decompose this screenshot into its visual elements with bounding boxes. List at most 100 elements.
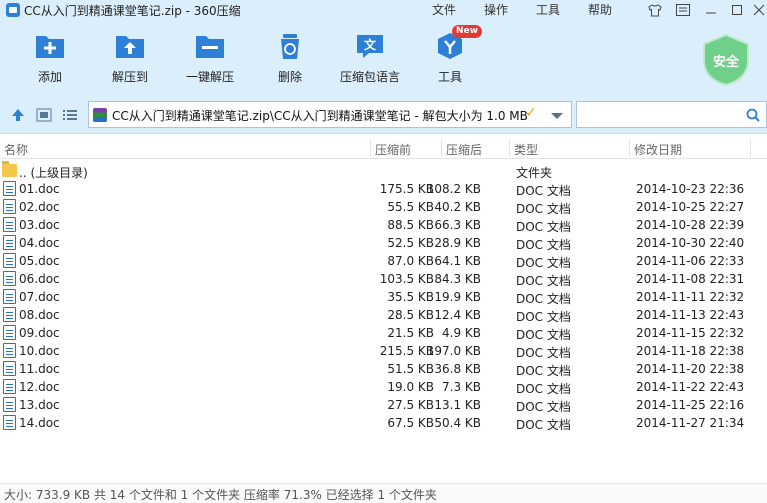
add-label: 添加 [37, 70, 62, 84]
file-row[interactable]: 02.doc 55.5 KB 40.2 KB DOC 文档 2014-10-25 22:… [0, 198, 767, 216]
file-row[interactable]: 13.doc 27.5 KB 13.1 KB DOC 文档 2014-11-25 22:… [0, 396, 767, 414]
menu-tools[interactable]: 工具 [536, 1, 560, 18]
file-type: DOC 文档 [516, 364, 571, 378]
file-original-size: 52.5 KB [387, 236, 434, 250]
file-compressed-size: 36.8 KB [434, 362, 481, 376]
file-compressed-size: 7.3 KB [442, 380, 481, 394]
chevron-down-icon[interactable] [551, 113, 563, 119]
file-modified-date: 2014-11-15 22:32 [636, 326, 745, 340]
column-divider[interactable] [370, 139, 371, 157]
file-name: 11.doc [19, 362, 60, 376]
file-row[interactable]: 14.doc 67.5 KB 50.4 KB DOC 文档 2014-11-27 21:… [0, 414, 767, 432]
file-original-size: 55.5 KB [387, 200, 434, 214]
file-row[interactable]: 12.doc 19.0 KB 7.3 KB DOC 文档 2014-11-22 22:4… [0, 378, 767, 396]
file-row[interactable]: 06.doc 103.5 KB 84.3 KB DOC 文档 2014-11-08 22… [0, 270, 767, 288]
column-divider[interactable] [750, 139, 751, 157]
column-header: 名称 压缩前 压缩后 类型 修改日期 [0, 137, 767, 159]
file-compressed-size: 64.1 KB [434, 254, 481, 268]
file-original-size: 19.0 KB [387, 380, 434, 394]
file-row[interactable]: 10.doc 215.5 KB 197.0 KB DOC 文档 2014-11-18 2… [0, 342, 767, 360]
file-modified-date: 2014-11-08 22:31 [636, 272, 745, 286]
security-label: 安全 [712, 55, 739, 70]
column-original-size[interactable]: 压缩前 [375, 141, 411, 158]
extract-to-button[interactable]: 解压到 [95, 32, 165, 85]
delete-label: 删除 [277, 70, 302, 84]
search-icon[interactable] [746, 108, 760, 122]
column-divider[interactable] [629, 139, 630, 157]
column-divider[interactable] [509, 139, 510, 157]
list-view-icon[interactable] [62, 108, 78, 122]
address-field[interactable]: CC从入门到精通课堂笔记.zip\CC从入门到精通课堂笔记 - 解包大小为 1.… [88, 101, 572, 128]
doc-file-icon [3, 415, 16, 430]
archive-language-button[interactable]: 文 压缩包语言 [335, 32, 405, 85]
file-type: DOC 文档 [516, 292, 571, 306]
doc-file-icon [3, 217, 16, 232]
file-type: DOC 文档 [516, 220, 571, 234]
file-name: 10.doc [19, 344, 60, 358]
doc-file-icon [3, 325, 16, 340]
file-original-size: 88.5 KB [387, 218, 434, 232]
tools-button[interactable]: 工具 [415, 32, 485, 85]
doc-file-icon [3, 271, 16, 286]
file-modified-date: 2014-11-22 22:43 [636, 380, 745, 394]
file-name: 01.doc [19, 182, 60, 196]
feedback-icon[interactable] [675, 2, 691, 18]
delete-button[interactable]: 删除 [255, 32, 325, 85]
file-modified-date: 2014-11-11 22:32 [636, 290, 745, 304]
maximize-icon[interactable] [729, 2, 745, 18]
column-modified[interactable]: 修改日期 [634, 141, 682, 158]
column-divider[interactable] [441, 139, 442, 157]
up-arrow-icon[interactable] [10, 108, 26, 122]
file-row[interactable]: 04.doc 52.5 KB 28.9 KB DOC 文档 2014-10-30 22:… [0, 234, 767, 252]
file-row[interactable]: 01.doc 175.5 KB 108.2 KB DOC 文档 2014-10-23 2… [0, 180, 767, 198]
file-type: DOC 文档 [516, 274, 571, 288]
column-name[interactable]: 名称 [4, 141, 28, 158]
skin-shirt-icon[interactable] [647, 2, 663, 18]
doc-file-icon [3, 307, 16, 322]
file-original-size: 28.5 KB [387, 308, 434, 322]
column-compressed-size[interactable]: 压缩后 [446, 141, 482, 158]
file-name: .. (上级目录) [19, 166, 88, 180]
one-click-extract-button[interactable]: 一键解压 [175, 32, 245, 85]
file-compressed-size: 28.9 KB [434, 236, 481, 250]
file-name: 14.doc [19, 416, 60, 430]
file-type: DOC 文档 [516, 418, 571, 432]
file-type: DOC 文档 [516, 310, 571, 324]
column-type[interactable]: 类型 [514, 141, 538, 158]
add-button[interactable]: 添加 [15, 32, 85, 85]
file-compressed-size: 50.4 KB [434, 416, 481, 430]
file-name: 03.doc [19, 218, 60, 232]
menu-help[interactable]: 帮助 [588, 1, 612, 18]
thumbnail-view-icon[interactable] [36, 108, 52, 122]
file-compressed-size: 66.3 KB [434, 218, 481, 232]
file-compressed-size: 84.3 KB [434, 272, 481, 286]
file-type: DOC 文档 [516, 238, 571, 252]
file-compressed-size: 12.4 KB [434, 308, 481, 322]
folder-icon [2, 161, 17, 177]
delete-icon [274, 32, 306, 60]
file-row[interactable]: 07.doc 35.5 KB 19.9 KB DOC 文档 2014-11-11 22:… [0, 288, 767, 306]
minimize-icon[interactable] [703, 2, 719, 18]
file-row[interactable]: 11.doc 51.5 KB 36.8 KB DOC 文档 2014-11-20 22:… [0, 360, 767, 378]
file-row[interactable]: 08.doc 28.5 KB 12.4 KB DOC 文档 2014-11-13 22:… [0, 306, 767, 324]
parent-directory-row[interactable]: .. (上级目录) 文件夹 [0, 161, 767, 180]
doc-file-icon [3, 235, 16, 250]
file-name: 02.doc [19, 200, 60, 214]
doc-file-icon [3, 199, 16, 214]
security-shield[interactable]: 安全 [702, 33, 750, 87]
file-modified-date: 2014-11-13 22:43 [636, 308, 745, 322]
doc-file-icon [3, 343, 16, 358]
file-modified-date: 2014-11-06 22:33 [636, 254, 745, 268]
search-input[interactable] [576, 101, 767, 128]
file-row[interactable]: 05.doc 87.0 KB 64.1 KB DOC 文档 2014-11-06 22:… [0, 252, 767, 270]
close-icon[interactable] [751, 2, 767, 18]
archive-language-icon: 文 [354, 32, 386, 60]
menu-operation[interactable]: 操作 [484, 1, 508, 18]
extract-to-label: 解压到 [111, 70, 148, 84]
file-compressed-size: 13.1 KB [434, 398, 481, 412]
menu-file[interactable]: 文件 [432, 1, 456, 18]
file-type: 文件夹 [516, 166, 553, 180]
file-row[interactable]: 03.doc 88.5 KB 66.3 KB DOC 文档 2014-10-28 22:… [0, 216, 767, 234]
file-name: 07.doc [19, 290, 60, 304]
file-row[interactable]: 09.doc 21.5 KB 4.9 KB DOC 文档 2014-11-15 22:3… [0, 324, 767, 342]
